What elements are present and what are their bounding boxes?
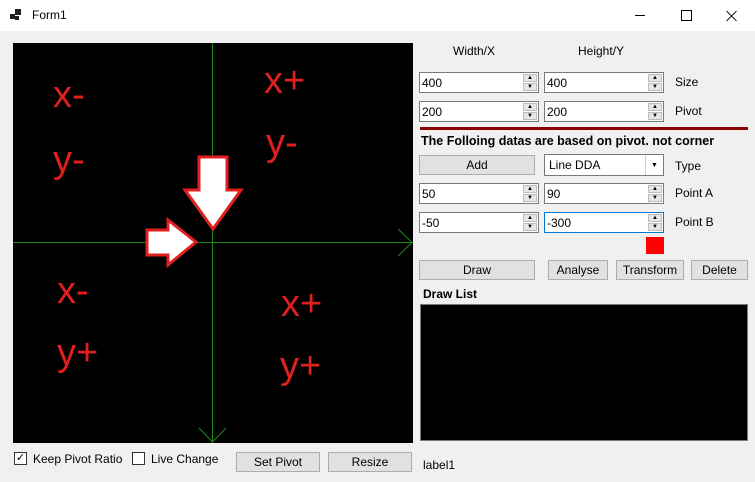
spin-up-icon[interactable]: ▲ xyxy=(523,214,537,222)
pivot-x-spinner[interactable]: ▲ ▼ xyxy=(523,103,537,120)
down-arrow-icon xyxy=(182,155,244,232)
pivot-y-spinner[interactable]: ▲ ▼ xyxy=(648,103,662,120)
maximize-icon xyxy=(680,10,692,21)
color-swatch[interactable] xyxy=(646,237,664,254)
draw-list[interactable] xyxy=(420,304,748,441)
height-y-header: Height/Y xyxy=(578,44,625,58)
spin-up-icon[interactable]: ▲ xyxy=(648,74,662,82)
keep-pivot-ratio-checkbox[interactable]: ✓ xyxy=(14,452,27,465)
pivot-note: The Folloing datas are based on pivot. n… xyxy=(421,134,715,148)
pivot-x-input[interactable]: ▲▼ xyxy=(419,101,539,122)
status-label: label1 xyxy=(423,458,456,472)
maximize-button[interactable] xyxy=(663,0,709,31)
point-a-y-input[interactable]: ▲▼ xyxy=(544,183,664,204)
transform-button[interactable]: Transform xyxy=(616,260,684,280)
point-b-x-value[interactable] xyxy=(422,214,522,231)
app-icon xyxy=(10,9,22,21)
keep-pivot-ratio-label[interactable]: Keep Pivot Ratio xyxy=(33,452,122,466)
point-a-label: Point A xyxy=(675,186,714,200)
type-dropdown-value: Line DDA xyxy=(549,158,601,172)
quadrant-label: x+ xyxy=(264,60,306,102)
spin-up-icon[interactable]: ▲ xyxy=(523,74,537,82)
spin-up-icon[interactable]: ▲ xyxy=(648,185,662,193)
quadrant-label: x+ xyxy=(281,283,323,325)
size-height-value[interactable] xyxy=(547,74,647,91)
delete-button[interactable]: Delete xyxy=(691,260,748,280)
width-x-header: Width/X xyxy=(453,44,496,58)
point-b-x-input[interactable]: ▲▼ xyxy=(419,212,539,233)
set-pivot-button[interactable]: Set Pivot xyxy=(236,452,320,472)
title-bar: Form1 xyxy=(0,0,755,31)
spin-up-icon[interactable]: ▲ xyxy=(523,103,537,111)
spin-down-icon[interactable]: ▼ xyxy=(523,194,537,202)
spin-down-icon[interactable]: ▼ xyxy=(648,112,662,120)
pivot-y-value[interactable] xyxy=(547,103,647,120)
point-a-y-spinner[interactable]: ▲ ▼ xyxy=(648,185,662,202)
pivot-label: Pivot xyxy=(675,104,702,118)
spin-up-icon[interactable]: ▲ xyxy=(648,103,662,111)
analyse-button[interactable]: Analyse xyxy=(548,260,608,280)
spin-up-icon[interactable]: ▲ xyxy=(648,214,662,222)
spin-down-icon[interactable]: ▼ xyxy=(648,223,662,231)
point-b-x-spinner[interactable]: ▲ ▼ xyxy=(523,214,537,231)
size-width-spinner[interactable]: ▲ ▼ xyxy=(523,74,537,91)
pivot-y-input[interactable]: ▲▼ xyxy=(544,101,664,122)
size-label: Size xyxy=(675,75,699,89)
quadrant-label: y+ xyxy=(57,332,99,374)
point-b-y-spinner[interactable]: ▲ ▼ xyxy=(648,214,662,231)
close-icon xyxy=(726,10,738,22)
quadrant-label: y- xyxy=(266,122,298,164)
type-dropdown[interactable]: Line DDA ▼ xyxy=(544,154,664,176)
point-a-y-value[interactable] xyxy=(547,185,647,202)
size-width-value[interactable] xyxy=(422,74,522,91)
point-b-y-value[interactable] xyxy=(547,214,647,231)
add-button[interactable]: Add xyxy=(419,155,535,175)
point-a-x-spinner[interactable]: ▲ ▼ xyxy=(523,185,537,202)
minimize-icon xyxy=(635,15,645,16)
type-label: Type xyxy=(675,159,702,173)
resize-button[interactable]: Resize xyxy=(328,452,412,472)
spin-down-icon[interactable]: ▼ xyxy=(523,112,537,120)
point-a-x-input[interactable]: ▲▼ xyxy=(419,183,539,204)
quadrant-label: x- xyxy=(57,270,89,312)
spin-down-icon[interactable]: ▼ xyxy=(648,194,662,202)
draw-button[interactable]: Draw xyxy=(419,260,535,280)
pivot-x-value[interactable] xyxy=(422,103,522,120)
quadrant-label: x- xyxy=(53,74,85,116)
close-button[interactable] xyxy=(709,0,755,31)
spin-down-icon[interactable]: ▼ xyxy=(523,223,537,231)
quadrant-label: y+ xyxy=(280,345,322,387)
point-b-y-input[interactable]: ▲▼ xyxy=(544,212,664,233)
chevron-down-icon[interactable]: ▼ xyxy=(645,155,663,175)
spin-up-icon[interactable]: ▲ xyxy=(523,185,537,193)
spin-down-icon[interactable]: ▼ xyxy=(523,83,537,91)
quadrant-label: y- xyxy=(53,139,85,181)
size-height-input[interactable]: ▲▼ xyxy=(544,72,664,93)
divider xyxy=(420,127,748,130)
point-a-x-value[interactable] xyxy=(422,185,522,202)
draw-list-label: Draw List xyxy=(423,287,478,301)
spin-down-icon[interactable]: ▼ xyxy=(648,83,662,91)
drawing-canvas[interactable]: x- y- x+ y- x- y+ x+ y+ xyxy=(13,43,413,443)
live-change-label[interactable]: Live Change xyxy=(151,452,218,466)
right-arrow-icon xyxy=(145,216,199,269)
minimize-button[interactable] xyxy=(617,0,663,31)
size-height-spinner[interactable]: ▲ ▼ xyxy=(648,74,662,91)
point-b-label: Point B xyxy=(675,215,714,229)
window-title: Form1 xyxy=(32,8,67,22)
size-width-input[interactable]: ▲▼ xyxy=(419,72,539,93)
live-change-checkbox[interactable] xyxy=(132,452,145,465)
